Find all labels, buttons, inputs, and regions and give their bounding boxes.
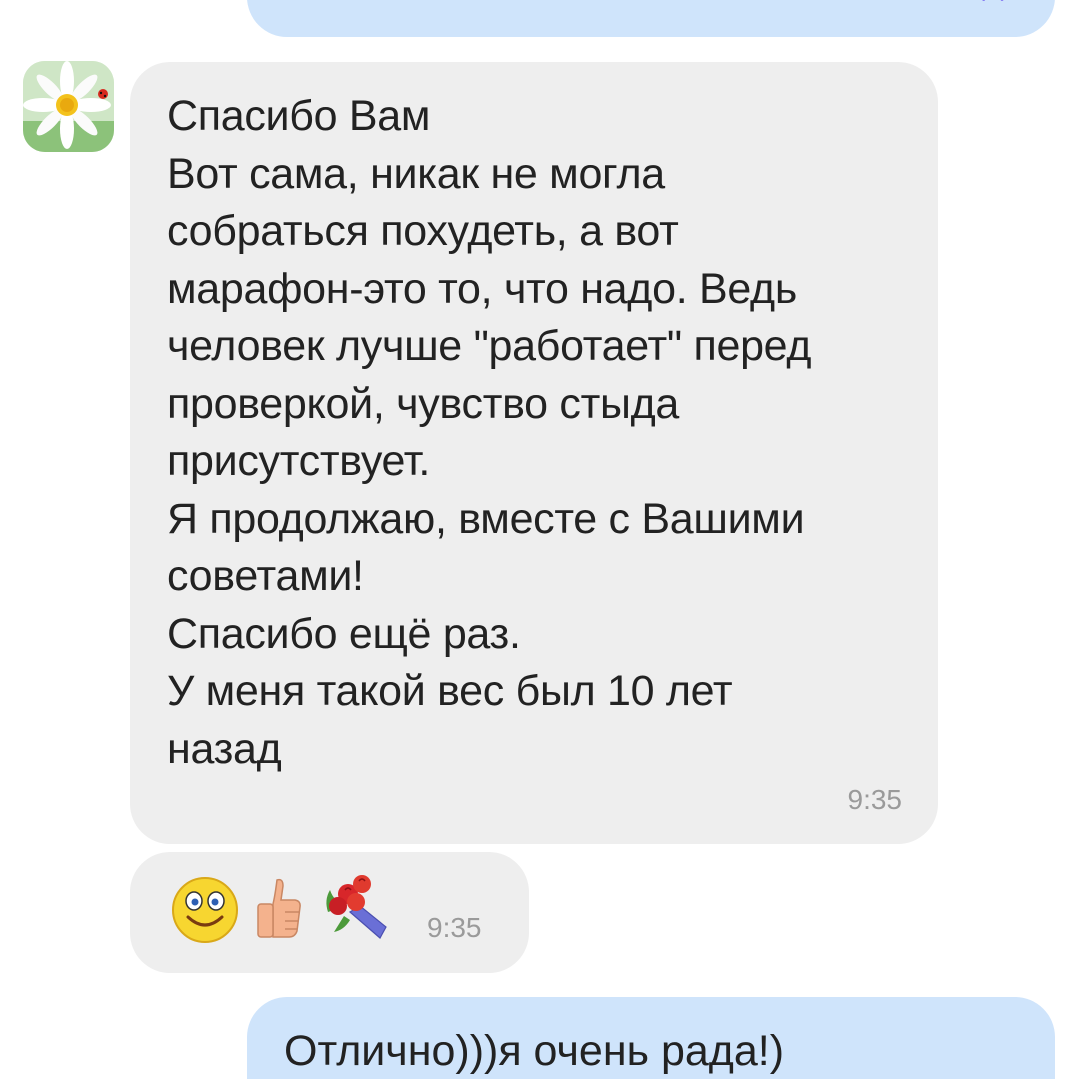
message-line: собраться похудеть, а вот — [167, 207, 679, 255]
message-line: Я продолжаю, вместе с Вашими — [167, 494, 805, 543]
message-line: проверкой, чувство стыда — [167, 379, 680, 428]
message-text: Отлично)))я очень рада!) — [284, 1027, 785, 1075]
outgoing-message-bubble[interactable]: ✓✓ — [247, 0, 1055, 37]
message-line: присутствует. — [167, 437, 431, 485]
message-line: Вот сама, никак не могла — [167, 149, 665, 198]
message-line: У меня такой вес был 10 лет — [167, 667, 733, 715]
double-check-icon: ✓✓ — [978, 0, 1015, 9]
message-text: Спасибо Вам Вот сама, никак не могла соб… — [167, 88, 927, 778]
incoming-message-bubble[interactable]: Спасибо Вам Вот сама, никак не могла соб… — [130, 62, 938, 844]
chat-screen: ✓✓ Спасибо Вам — [0, 0, 1080, 1079]
message-line: назад — [167, 724, 282, 773]
message-time: 9:35 — [427, 912, 482, 943]
message-line: Спасибо ещё раз. — [167, 609, 521, 658]
daisy-avatar-icon — [23, 61, 114, 152]
outgoing-message-bubble[interactable]: Отлично)))я очень рада!) — [247, 997, 1055, 1079]
message-line: советами! — [167, 552, 364, 600]
message-line: марафон-это то, что надо. Ведь — [167, 264, 797, 313]
sender-avatar[interactable] — [23, 61, 114, 152]
incoming-emoji-bubble[interactable]: 9:35 — [130, 852, 529, 973]
message-line: Спасибо Вам — [167, 92, 431, 140]
bouquet-emoji — [326, 875, 387, 939]
message-time: 9:35 — [847, 784, 903, 815]
thumbs-up-emoji — [257, 878, 301, 938]
smiling-face-emoji — [172, 877, 238, 943]
message-line: человек лучше "работает" перед — [167, 322, 812, 370]
